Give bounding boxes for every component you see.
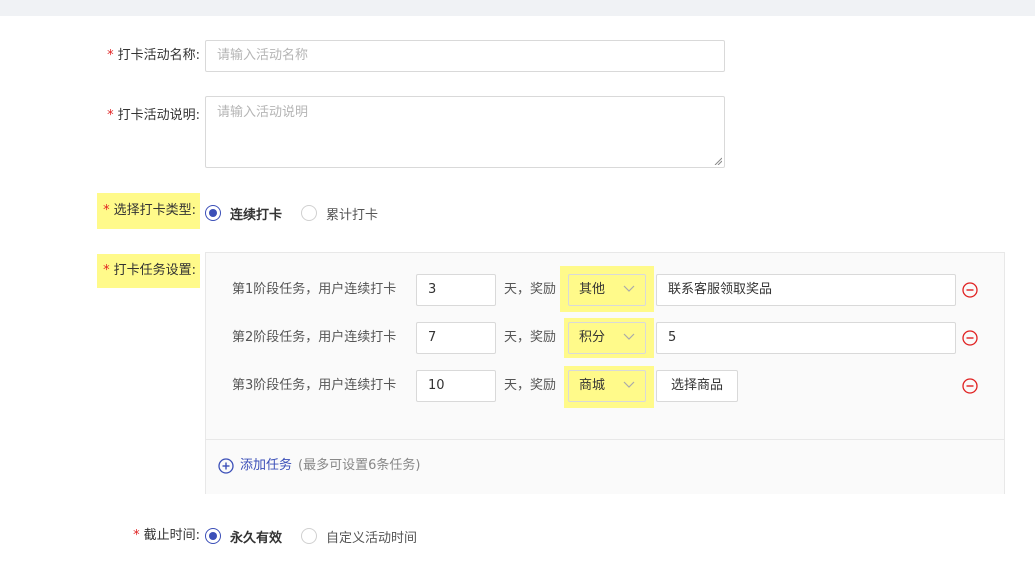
field-label: * 打卡活动名称: <box>107 40 200 72</box>
task-panel-footer: 添加任务 (最多可设置6条任务) <box>206 439 1004 494</box>
stage-days-input[interactable]: 7 <box>416 322 496 354</box>
reward-value-input[interactable]: 联系客服领取奖品 <box>656 274 956 306</box>
radio-custom-time[interactable]: 自定义活动时间 <box>301 526 417 546</box>
add-task-label[interactable]: 添加任务 <box>240 456 292 476</box>
stage-prefix: 第3阶段任务，用户连续打卡 <box>232 378 397 393</box>
reward-type-value: 其他 <box>579 282 606 297</box>
stage-reward-text: 天，奖励 <box>504 378 557 393</box>
activity-name-input[interactable]: 请输入活动名称 <box>205 40 725 72</box>
stage-days-value: 3 <box>428 282 437 297</box>
stage-prefix: 第1阶段任务，用户连续打卡 <box>232 282 397 297</box>
activity-desc-placeholder: 请输入活动说明 <box>217 105 309 120</box>
top-bar <box>0 0 1035 16</box>
stage-days-input[interactable]: 3 <box>416 274 496 306</box>
task-stage-3: 第3阶段任务，用户连续打卡 10 天，奖励 商城 选择商品 <box>206 366 1006 408</box>
reward-value-input[interactable]: 5 <box>656 322 956 354</box>
required-mark: * <box>107 48 114 63</box>
minus-circle-icon[interactable] <box>962 330 978 346</box>
task-stage-1: 第1阶段任务，用户连续打卡 3 天，奖励 其他 联系客服领取奖品 <box>206 266 1006 312</box>
radio-permanent-label: 永久有效 <box>230 530 283 546</box>
reward-type-value: 积分 <box>579 330 606 345</box>
plus-circle-icon[interactable] <box>218 458 234 474</box>
minus-circle-icon[interactable] <box>962 378 978 394</box>
stage-days-input[interactable]: 10 <box>416 370 496 402</box>
radio-continuous-label: 连续打卡 <box>230 207 283 223</box>
reward-type-select[interactable]: 商城 <box>568 370 646 402</box>
radio-checked-icon[interactable] <box>205 205 221 221</box>
stage-reward-text: 天，奖励 <box>504 330 557 345</box>
required-mark: * <box>103 263 110 278</box>
stage-days-value: 7 <box>428 330 437 345</box>
chevron-down-icon <box>623 285 635 292</box>
radio-checked-icon[interactable] <box>205 528 221 544</box>
activity-desc-textarea[interactable]: 请输入活动说明 <box>205 96 725 168</box>
select-product-button[interactable]: 选择商品 <box>656 370 739 402</box>
deadline-label: 截止时间: <box>143 528 200 543</box>
reward-type-value: 商城 <box>579 378 606 393</box>
name-label: 打卡活动名称: <box>117 48 200 63</box>
task-stage-2: 第2阶段任务，用户连续打卡 7 天，奖励 积分 5 <box>206 318 1006 358</box>
chevron-down-icon <box>623 381 635 388</box>
reward-value: 5 <box>668 330 677 345</box>
radio-custom-time-label: 自定义活动时间 <box>326 530 418 546</box>
desc-label: 打卡活动说明: <box>117 108 200 123</box>
radio-cumulative-label: 累计打卡 <box>326 207 379 223</box>
required-mark: * <box>103 203 110 218</box>
radio-unchecked-icon[interactable] <box>301 528 317 544</box>
field-label: * 截止时间: <box>133 520 200 552</box>
type-label: 选择打卡类型: <box>113 203 196 218</box>
add-task-button[interactable]: 添加任务 (最多可设置6条任务) <box>218 456 420 476</box>
reward-type-select[interactable]: 积分 <box>568 322 646 354</box>
radio-cumulative[interactable]: 累计打卡 <box>301 203 378 223</box>
task-panel: 第1阶段任务，用户连续打卡 3 天，奖励 其他 联系客服领取奖品 第2阶段任务，… <box>205 252 1005 494</box>
radio-unchecked-icon[interactable] <box>301 205 317 221</box>
activity-name-placeholder: 请输入活动名称 <box>217 48 309 63</box>
required-mark: * <box>107 108 114 123</box>
field-label: * 打卡活动说明: <box>107 100 200 132</box>
stage-prefix: 第2阶段任务，用户连续打卡 <box>232 330 397 345</box>
radio-continuous[interactable]: 连续打卡 <box>205 203 282 223</box>
reward-value: 联系客服领取奖品 <box>668 282 773 297</box>
minus-circle-icon[interactable] <box>962 282 978 298</box>
resize-handle-icon[interactable] <box>714 157 722 165</box>
tasks-label: 打卡任务设置: <box>113 263 196 278</box>
radio-permanent[interactable]: 永久有效 <box>205 526 282 546</box>
add-task-hint: (最多可设置6条任务) <box>298 458 421 473</box>
field-label: * 选择打卡类型: <box>97 193 200 229</box>
field-label: * 打卡任务设置: <box>97 254 200 288</box>
reward-type-select[interactable]: 其他 <box>568 274 646 306</box>
stage-days-value: 10 <box>428 378 445 393</box>
required-mark: * <box>133 528 140 543</box>
chevron-down-icon <box>623 333 635 340</box>
stage-reward-text: 天，奖励 <box>504 282 557 297</box>
